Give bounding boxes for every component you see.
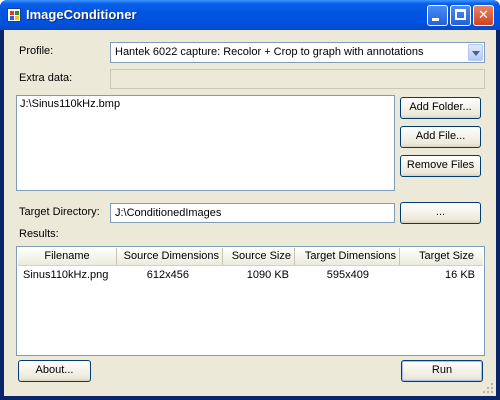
add-folder-label: Add Folder... xyxy=(409,101,472,113)
remove-files-label: Remove Files xyxy=(406,159,475,171)
cell-source-dimensions: 612x456 xyxy=(146,269,189,281)
list-item[interactable]: J:\Sinus110kHz.bmp xyxy=(20,98,120,110)
close-icon: ✕ xyxy=(478,8,489,23)
chevron-down-icon[interactable] xyxy=(468,44,483,61)
results-listview[interactable]: Filename Source Dimensions Source Size T… xyxy=(16,246,485,356)
app-icon[interactable] xyxy=(7,8,21,22)
maximize-button[interactable] xyxy=(450,5,471,26)
about-label: About... xyxy=(35,364,74,376)
results-header: Filename Source Dimensions Source Size T… xyxy=(18,248,483,266)
maximize-icon xyxy=(451,6,470,25)
client-area: Profile: Hantek 6022 capture: Recolor + … xyxy=(4,30,496,396)
column-header-filename[interactable]: Filename xyxy=(18,248,117,265)
browse-button[interactable]: ... xyxy=(400,202,481,224)
extra-data-field[interactable] xyxy=(110,69,485,89)
results-label: Results: xyxy=(19,228,59,240)
close-button[interactable]: ✕ xyxy=(473,5,494,26)
browse-label: ... xyxy=(435,206,446,218)
app-window: ImageConditioner ✕ Profile: Hantek 6022 … xyxy=(0,0,500,400)
extra-data-label: Extra data: xyxy=(19,72,73,84)
add-folder-button[interactable]: Add Folder... xyxy=(400,97,481,119)
column-header-source-size[interactable]: Source Size xyxy=(223,248,295,265)
profile-label: Profile: xyxy=(19,45,54,57)
target-directory-label: Target Directory: xyxy=(19,206,100,218)
window-title: ImageConditioner xyxy=(26,7,137,22)
add-file-label: Add File... xyxy=(415,130,466,142)
files-listbox[interactable]: J:\Sinus110kHz.bmp xyxy=(16,95,395,191)
cell-target-size: 16 KB xyxy=(445,269,475,281)
target-directory-field[interactable]: J:\ConditionedImages xyxy=(110,203,395,223)
column-header-source-dimensions[interactable]: Source Dimensions xyxy=(117,248,223,265)
column-header-target-size[interactable]: Target Size xyxy=(400,248,478,265)
column-header-target-dimensions[interactable]: Target Dimensions xyxy=(295,248,400,265)
profile-value: Hantek 6022 capture: Recolor + Crop to g… xyxy=(115,46,424,58)
minimize-button[interactable] xyxy=(427,5,448,26)
add-file-button[interactable]: Add File... xyxy=(400,126,481,148)
cell-source-size: 1090 KB xyxy=(246,269,289,281)
cell-target-dimensions: 595x409 xyxy=(326,269,369,281)
about-button[interactable]: About... xyxy=(18,360,91,382)
resize-grip-icon[interactable] xyxy=(482,382,494,394)
run-button[interactable]: Run xyxy=(401,360,483,382)
profile-combobox[interactable]: Hantek 6022 capture: Recolor + Crop to g… xyxy=(110,42,485,63)
cell-filename: Sinus110kHz.png xyxy=(23,269,109,281)
run-label: Run xyxy=(431,364,453,376)
title-bar[interactable]: ImageConditioner ✕ xyxy=(0,0,500,30)
remove-files-button[interactable]: Remove Files xyxy=(400,155,481,177)
target-directory-value: J:\ConditionedImages xyxy=(115,207,222,219)
minimize-icon xyxy=(428,6,447,25)
